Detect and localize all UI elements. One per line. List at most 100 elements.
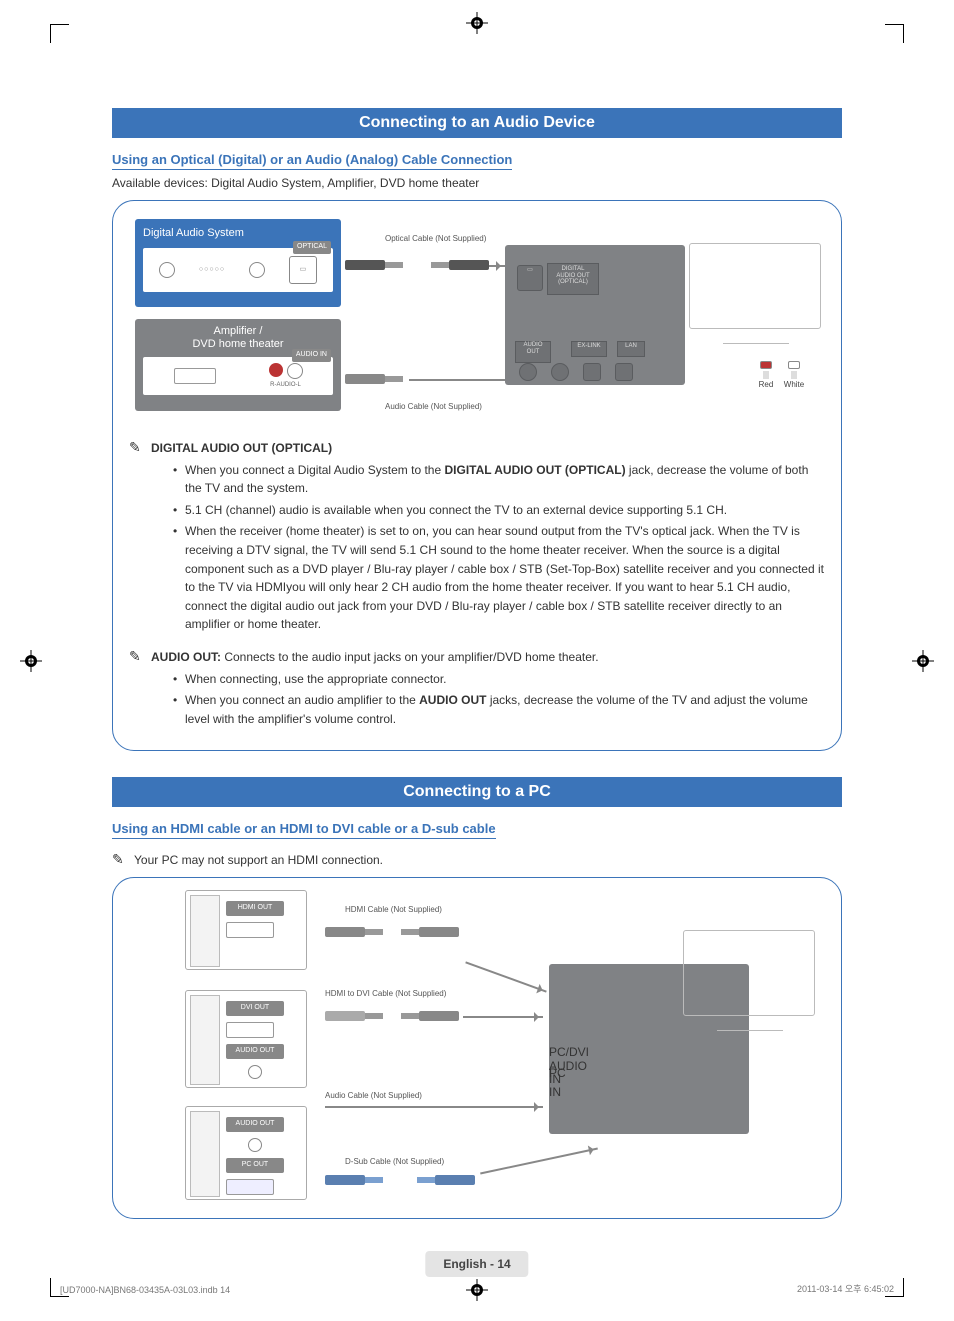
- amp-ports: R-AUDIO-L: [143, 357, 333, 395]
- note-text: Your PC may not support an HDMI connecti…: [134, 853, 383, 867]
- hdmi-out-label: HDMI OUT: [226, 901, 284, 916]
- note-icon: ✎: [129, 439, 147, 456]
- audio-in-label: AUDIO IN: [292, 349, 331, 362]
- vga-jack-icon: [226, 1179, 274, 1195]
- plug-red-label: Red: [759, 379, 774, 391]
- page-number-badge: English - 14: [425, 1251, 528, 1277]
- audio-cable-label: Audio Cable (Not Supplied): [385, 401, 482, 413]
- tv-rca-out-icon: [519, 363, 537, 381]
- section-header-audio: Connecting to an Audio Device: [112, 108, 842, 138]
- list-item: When connecting, use the appropriate con…: [173, 670, 825, 689]
- audio-connection-diagram: Digital Audio System ○○○○○ ▭ OPTICAL Amp…: [129, 215, 825, 425]
- pc-tower-icon: [190, 1111, 220, 1197]
- audio-in-sub-label: R-AUDIO-L: [270, 381, 301, 390]
- list-item: When the receiver (home theater) is set …: [173, 522, 825, 634]
- tv-back-panel: ▭ DIGITAL AUDIO OUT (OPTICAL) AUDIO OUT …: [505, 245, 685, 385]
- list-item: 5.1 CH (channel) audio is available when…: [173, 501, 825, 520]
- rca-red-icon: [269, 363, 283, 377]
- audio-cable-label-2: Audio Cable (Not Supplied): [325, 1090, 422, 1102]
- hdmi-dvi-cable-label: HDMI to DVI Cable (Not Supplied): [325, 988, 446, 1000]
- rca-plug-white-icon: White: [787, 361, 801, 391]
- hdmi-port-icon: [549, 964, 563, 994]
- tv-audio-out-label: AUDIO OUT: [515, 341, 551, 363]
- tv-port-icon: [583, 363, 601, 381]
- crop-mark-icon: [885, 24, 904, 43]
- port-icon: [174, 368, 216, 384]
- arrow-icon: [325, 1106, 543, 1108]
- tv-rca-out-icon: [551, 363, 569, 381]
- pc-connection-diagram: HDMI OUT HDMI Cable (Not Supplied) DVI O…: [129, 890, 825, 1200]
- tv-lan-label: LAN: [617, 341, 645, 357]
- note-title: DIGITAL AUDIO OUT (OPTICAL): [151, 441, 332, 455]
- tv-stand-icon: [723, 329, 789, 344]
- registration-mark-icon: [20, 650, 42, 672]
- note-digital-audio-out: ✎ DIGITAL AUDIO OUT (OPTICAL) When you c…: [129, 439, 825, 642]
- registration-mark-icon: [912, 650, 934, 672]
- vga-connector-icon: [415, 1172, 475, 1188]
- pc-dvi-box: DVI OUT AUDIO OUT: [185, 990, 307, 1088]
- footer-timestamp: 2011-03-14 오후 6:45:02: [797, 1282, 894, 1295]
- audio-jack-icon: [248, 1138, 262, 1152]
- note-icon: ✎: [129, 648, 147, 665]
- audio-out-label-2: AUDIO OUT: [226, 1117, 284, 1132]
- pc-hdmi-box: HDMI OUT: [185, 890, 307, 970]
- port-row-icon: ○○○○○: [199, 265, 225, 276]
- tv-audio-port-icon: [549, 1018, 563, 1032]
- hdmi-connector-icon: [325, 924, 385, 940]
- hdmi-cable-label: HDMI Cable (Not Supplied): [345, 904, 442, 916]
- dvi-out-label: DVI OUT: [226, 1001, 284, 1016]
- arrow-icon: [480, 1148, 598, 1175]
- footer-doc-id: [UD7000-NA]BN68-03435A-03L03.indb 14: [60, 1285, 230, 1295]
- arrow-icon: [489, 265, 505, 267]
- port-icon: [159, 262, 175, 278]
- hdmi-jack-icon: [226, 922, 274, 938]
- tv-optical-port-label: DIGITAL AUDIO OUT (OPTICAL): [547, 263, 599, 295]
- tv-optical-port-icon: ▭: [517, 265, 543, 291]
- note-bullet-list: When connecting, use the appropriate con…: [173, 670, 825, 729]
- note-audio-out: ✎ AUDIO OUT: Connects to the audio input…: [129, 648, 825, 736]
- optical-connector-icon: [345, 257, 405, 273]
- rca-white-icon: [287, 363, 303, 379]
- list-item: When you connect a Digital Audio System …: [173, 461, 825, 498]
- pc-out-label: PC OUT: [226, 1158, 284, 1173]
- vga-connector-icon: [325, 1172, 385, 1188]
- tv-port-icon: [615, 363, 633, 381]
- plug-white-label: White: [784, 379, 804, 391]
- pc-tower-icon: [190, 895, 220, 967]
- registration-mark-icon: [466, 12, 488, 34]
- pc-dsub-box: AUDIO OUT PC OUT: [185, 1106, 307, 1200]
- dvi-connector-icon: [325, 1008, 385, 1024]
- subheading-pc-cable: Using an HDMI cable or an HDMI to DVI ca…: [112, 821, 496, 839]
- digital-audio-system-box: Digital Audio System ○○○○○ ▭ OPTICAL: [135, 219, 341, 307]
- arrow-icon: [463, 1016, 543, 1018]
- rca-plug-red-icon: Red: [759, 361, 773, 391]
- amplifier-box: Amplifier / DVD home theater R-AUDIO-L A…: [135, 319, 341, 411]
- note-bullet-list: When you connect a Digital Audio System …: [173, 461, 825, 634]
- optical-label: OPTICAL: [293, 241, 331, 254]
- optical-cable-label: Optical Cable (Not Supplied): [385, 233, 486, 245]
- amplifier-label: Amplifier / DVD home theater: [143, 325, 333, 351]
- audio-out-label: AUDIO OUT: [226, 1044, 284, 1059]
- list-item: When you connect an audio amplifier to t…: [173, 691, 825, 728]
- tv-exlink-label: EX-LINK: [571, 341, 607, 357]
- available-devices-text: Available devices: Digital Audio System,…: [112, 176, 842, 190]
- tv-pcdvi-audio-label: PC/DVI AUDIO IN: [549, 1046, 587, 1064]
- note-pc-hdmi: ✎ Your PC may not support an HDMI connec…: [112, 851, 842, 869]
- page-content: Connecting to an Audio Device Using an O…: [112, 108, 842, 1245]
- optical-connector-icon: [429, 257, 489, 273]
- dvi-jack-icon: [226, 1022, 274, 1038]
- tv-port-row-icon: [549, 994, 615, 1018]
- optical-port-icon: ▭: [289, 256, 317, 284]
- tv-stand-icon-2: [717, 1016, 783, 1031]
- tv-audio-port-icon: [549, 1032, 563, 1046]
- manual-page: Connecting to an Audio Device Using an O…: [0, 0, 954, 1321]
- note-lead: Connects to the audio input jacks on you…: [221, 650, 599, 664]
- arrow-icon: [465, 962, 546, 993]
- note-icon: ✎: [112, 851, 130, 868]
- subheading-audio-cable: Using an Optical (Digital) or an Audio (…: [112, 152, 512, 170]
- audio-jack-icon: [248, 1065, 262, 1079]
- pc-connection-panel: HDMI OUT HDMI Cable (Not Supplied) DVI O…: [112, 877, 842, 1219]
- hdmi-connector-icon: [399, 1008, 459, 1024]
- das-ports: ○○○○○ ▭: [143, 248, 333, 292]
- pc-tower-icon: [190, 995, 220, 1085]
